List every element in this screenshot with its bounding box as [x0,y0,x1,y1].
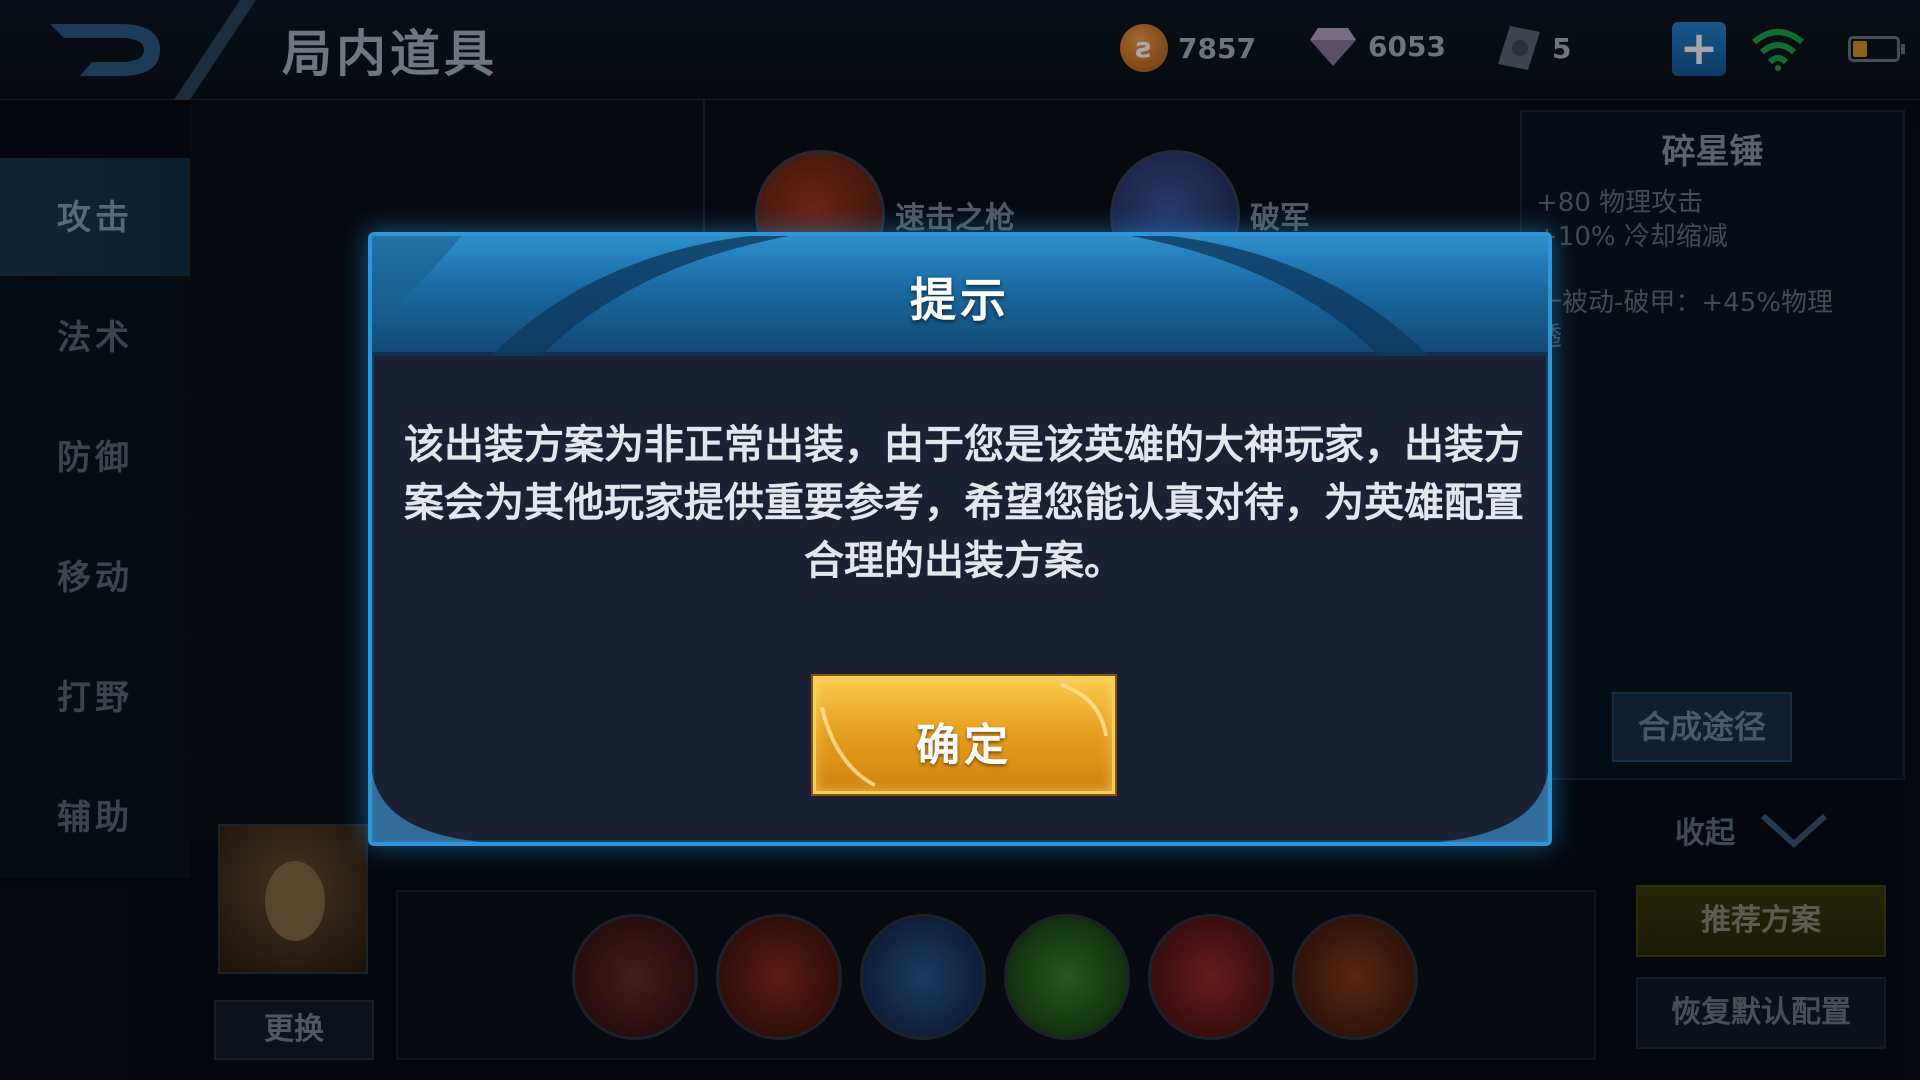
dialog-title: 提示 [910,273,1010,327]
corner-decoration [1438,772,1548,842]
confirm-label: 确定 [916,720,1012,771]
notice-dialog: 提示 该出装方案为非正常出装，由于您是该英雄的大神玩家，出装方案会为其他玩家提供… [368,232,1552,846]
dialog-header: 提示 [372,236,1548,356]
confirm-button[interactable]: 确定 [813,676,1115,794]
corner-decoration [372,772,482,842]
dialog-message: 该出装方案为非正常出装，由于您是该英雄的大神玩家，出装方案会为其他玩家提供重要参… [404,422,1524,584]
